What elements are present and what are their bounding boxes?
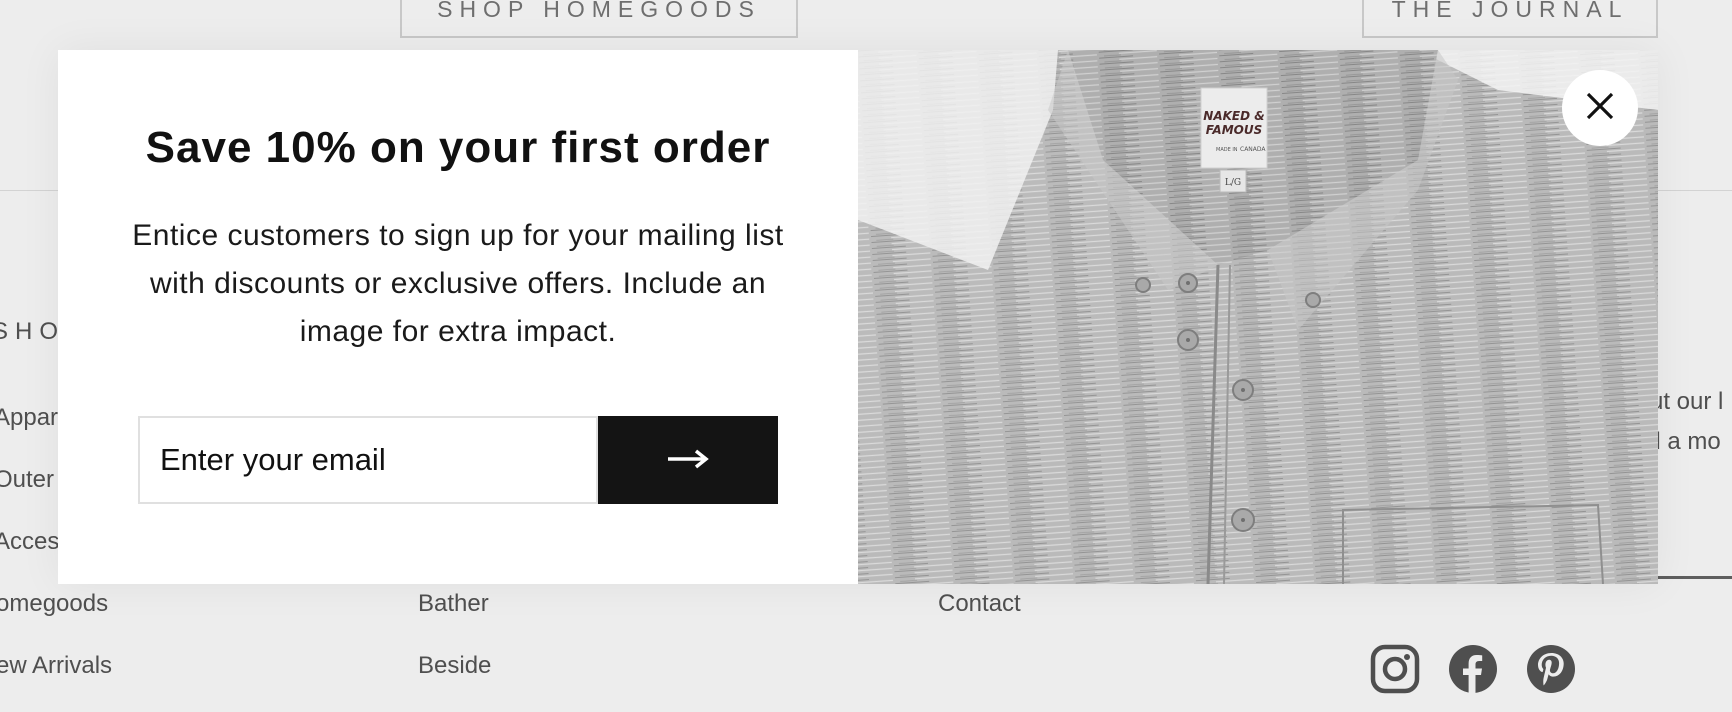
popup-title: Save 10% on your first order xyxy=(145,123,771,172)
email-signup-form xyxy=(138,416,778,504)
submit-button[interactable] xyxy=(598,416,778,504)
shirt-label-canada: CANADA xyxy=(1240,146,1266,153)
popup-description: Entice customers to sign up for your mai… xyxy=(132,219,784,348)
popup-content: Save 10% on your first order Entice cust… xyxy=(58,50,858,584)
email-input[interactable] xyxy=(138,416,598,504)
shirt-size-tag: L/G xyxy=(1225,178,1241,188)
shirt-label-made-in: MADE IN xyxy=(1216,147,1238,153)
shirt-label-line-2: FAMOUS xyxy=(1206,123,1262,137)
newsletter-popup: Save 10% on your first order Entice cust… xyxy=(58,50,1658,584)
close-icon xyxy=(1585,91,1615,126)
shirt-photo: NAKED & FAMOUS MADE IN CANADA L/G xyxy=(858,50,1658,584)
shirt-label-line-1: NAKED & xyxy=(1203,109,1264,123)
close-button[interactable] xyxy=(1562,70,1638,146)
arrow-right-icon xyxy=(666,449,710,472)
popup-image: NAKED & FAMOUS MADE IN CANADA L/G xyxy=(858,50,1658,584)
